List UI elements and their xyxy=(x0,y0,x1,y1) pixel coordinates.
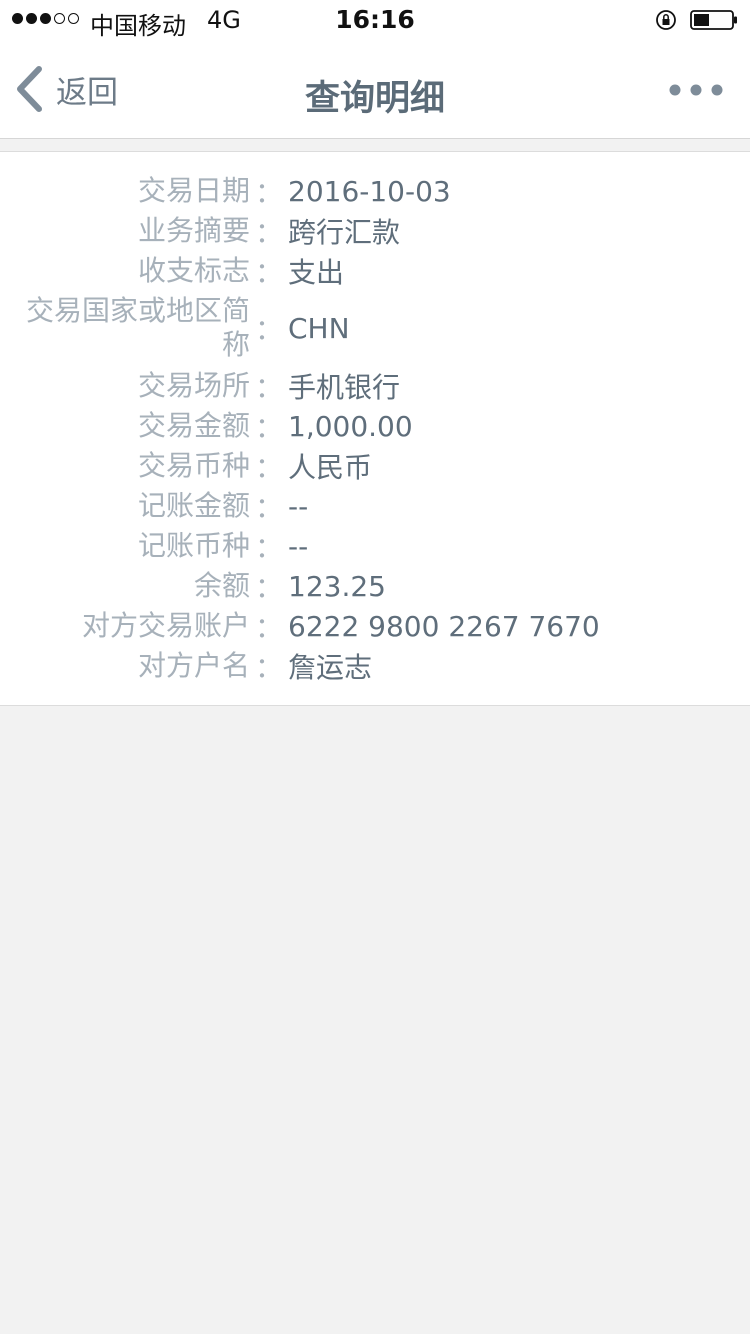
detail-row-transaction-amount: 交易金额 ： 1,000.00 xyxy=(0,408,750,444)
more-dots-icon[interactable] xyxy=(666,80,726,100)
detail-label: 交易场所 xyxy=(137,369,250,402)
detail-colon: ： xyxy=(254,256,283,289)
detail-colon: ： xyxy=(254,651,283,684)
rotation-lock-icon xyxy=(656,10,676,30)
detail-value: 123.25 xyxy=(288,569,386,603)
detail-row-transaction-date: 交易日期 ： 2016-10-03 xyxy=(0,173,750,209)
detail-label: 交易国家或地区简称 xyxy=(25,294,250,361)
detail-colon: ： xyxy=(254,371,283,404)
transaction-detail-card: 交易日期 ： 2016-10-03 业务摘要 ： 跨行汇款 收支标志 ： 支出 … xyxy=(0,151,750,706)
detail-value: 手机银行 xyxy=(288,371,401,404)
detail-value: 2016-10-03 xyxy=(288,174,451,208)
battery-icon xyxy=(690,10,737,30)
detail-label: 记账金额 xyxy=(137,489,250,522)
detail-value: 6222 9800 2267 7670 xyxy=(288,609,600,643)
detail-colon: ： xyxy=(254,216,283,249)
detail-row-business-summary: 业务摘要 ： 跨行汇款 xyxy=(0,213,750,249)
detail-colon: ： xyxy=(254,313,283,346)
detail-label: 收支标志 xyxy=(137,254,250,287)
detail-row-booked-currency: 记账币种 ： -- xyxy=(0,528,750,564)
detail-colon: ： xyxy=(254,491,283,524)
detail-row-counterparty-name: 对方户名 ： 詹运志 xyxy=(0,648,750,684)
detail-label: 交易币种 xyxy=(137,449,250,482)
detail-label: 交易金额 xyxy=(137,409,250,442)
page-title: 查询明细 xyxy=(304,79,445,119)
detail-colon: ： xyxy=(254,611,283,644)
detail-row-balance: 余额 ： 123.25 xyxy=(0,568,750,604)
detail-value: 人民币 xyxy=(288,451,373,484)
detail-label: 对方交易账户 xyxy=(81,609,250,642)
detail-value: -- xyxy=(288,529,309,563)
detail-colon: ： xyxy=(254,531,283,564)
detail-value: 詹运志 xyxy=(288,651,373,684)
status-bar: 中国移动 4G 16:16 xyxy=(0,0,750,40)
detail-colon: ： xyxy=(254,176,283,209)
detail-label: 业务摘要 xyxy=(137,214,250,247)
detail-value: -- xyxy=(288,489,309,523)
status-time: 16:16 xyxy=(335,5,415,34)
detail-colon: ： xyxy=(254,451,283,484)
detail-row-debit-credit-flag: 收支标志 ： 支出 xyxy=(0,253,750,289)
detail-label: 记账币种 xyxy=(137,529,250,562)
detail-value: 跨行汇款 xyxy=(288,216,401,249)
detail-value: CHN xyxy=(288,311,350,345)
detail-row-transaction-currency: 交易币种 ： 人民币 xyxy=(0,448,750,484)
detail-label: 交易日期 xyxy=(137,174,250,207)
navigation-bar: 返回 查询明细 xyxy=(0,40,750,139)
detail-value: 支出 xyxy=(288,256,345,289)
detail-value: 1,000.00 xyxy=(288,409,413,443)
detail-row-country-region: 交易国家或地区简称 ： CHN xyxy=(0,293,750,363)
detail-label: 余额 xyxy=(193,569,250,602)
detail-row-transaction-venue: 交易场所 ： 手机银行 xyxy=(0,368,750,404)
detail-colon: ： xyxy=(254,411,283,444)
detail-row-counterparty-account: 对方交易账户 ： 6222 9800 2267 7670 xyxy=(0,608,750,644)
detail-row-booked-amount: 记账金额 ： -- xyxy=(0,488,750,524)
detail-label: 对方户名 xyxy=(137,649,250,682)
detail-colon: ： xyxy=(254,571,283,604)
